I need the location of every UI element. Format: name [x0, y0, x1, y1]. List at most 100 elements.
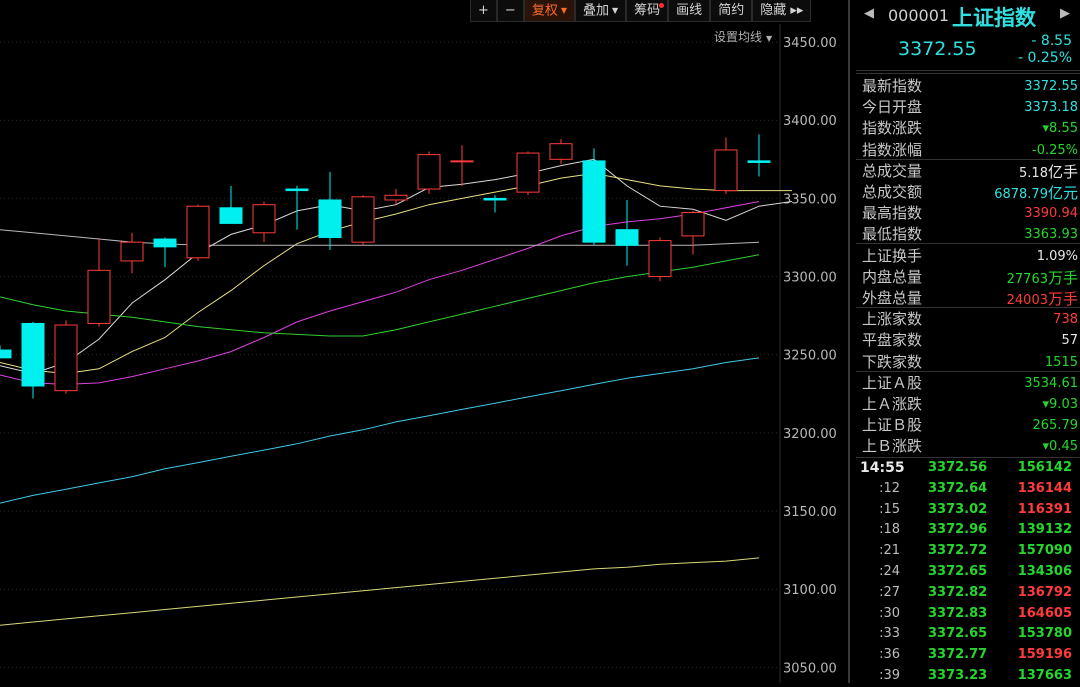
- info-value: 5.18亿手: [1019, 161, 1078, 182]
- tick-volume: 153780: [1017, 626, 1072, 642]
- zoom-in-button[interactable]: +: [470, 0, 497, 22]
- info-number: ▾9.03: [1042, 397, 1078, 412]
- tick-time: :39: [879, 668, 900, 683]
- stock-code: 000001: [888, 6, 950, 25]
- tick-time: :15: [879, 501, 900, 517]
- candle-body-up: [54, 324, 78, 392]
- ma-line: [0, 201, 760, 385]
- chevron-down-icon: ▼: [612, 6, 619, 15]
- info-number: -0.25%: [1032, 142, 1078, 158]
- tick-row: :33 3372.65 153780: [856, 625, 1080, 645]
- info-value: 24003万手: [1007, 288, 1078, 309]
- info-row: 指数涨跌 ▾8.55: [862, 116, 1080, 137]
- info-row: 外盘总量 24003万手: [862, 286, 1080, 309]
- current-price: 3372.55: [898, 38, 977, 60]
- y-tick-label: 3100.00: [783, 583, 837, 598]
- info-value: 738: [1053, 309, 1078, 327]
- info-label: 上证换手: [862, 246, 923, 265]
- info-number: 1.09%: [1036, 248, 1078, 264]
- tick-row: :12 3372.64 136144: [856, 480, 1080, 500]
- info-number: 24003: [1006, 293, 1048, 308]
- tick-volume: 136144: [1017, 480, 1072, 496]
- y-tick-label: 3250.00: [783, 349, 837, 364]
- info-number: 57: [1061, 333, 1078, 349]
- tick-row: :15 3373.02 116391: [856, 501, 1080, 521]
- tick-volume: 134306: [1017, 564, 1072, 579]
- y-tick-label: 3300.00: [783, 271, 837, 286]
- info-row: 上证Ａ股 3534.61: [862, 371, 1080, 392]
- candle-body-up: [549, 143, 573, 160]
- tick-price: 3372.64: [928, 480, 988, 496]
- tick-volume: 116391: [1017, 501, 1072, 517]
- tick-price: 3373.23: [928, 668, 988, 683]
- candle-body-up: [681, 211, 705, 237]
- y-tick-label: 3150.00: [783, 505, 837, 520]
- kline-chart[interactable]: 3450.00 3400.00 3350.00 3300.00 3250.00 3200.…: [0, 0, 848, 683]
- info-row: 平盘家数 57: [862, 328, 1080, 349]
- info-value: 57: [1061, 330, 1078, 348]
- panel-divider[interactable]: [848, 0, 850, 683]
- tick-row: :21 3372.72 157090: [856, 542, 1080, 562]
- candle-body-down: [285, 188, 309, 192]
- notification-dot-icon: [659, 3, 665, 8]
- change-value: - 8.55: [1031, 33, 1072, 49]
- candle-body-down: [21, 322, 45, 387]
- prev-arrow-icon[interactable]: ◀: [864, 6, 874, 21]
- info-row: 上证Ｂ股 265.79: [862, 413, 1080, 434]
- yincang-button[interactable]: 隐藏 ▸▸: [752, 0, 812, 22]
- info-number: ▾8.55: [1042, 121, 1078, 137]
- info-number: 5.18: [1019, 165, 1048, 181]
- info-value: ▾9.03: [1043, 394, 1078, 412]
- chevron-down-icon: ▼: [560, 6, 567, 15]
- info-label: 外盘总量: [862, 289, 923, 307]
- tick-volume: 139132: [1017, 522, 1072, 538]
- candle-body-up: [417, 154, 441, 190]
- y-tick-label: 3200.00: [783, 427, 837, 442]
- info-value: 3372.55: [1024, 76, 1078, 94]
- fuquan-button[interactable]: 复权 ▼: [523, 0, 575, 22]
- info-number: 3390.94: [1024, 206, 1078, 222]
- info-value: ▾0.45: [1043, 436, 1078, 454]
- set-ma-button[interactable]: 设置均线 ▼: [714, 28, 772, 45]
- tick-row: :18 3372.96 139132: [856, 521, 1080, 541]
- divider: [856, 70, 1080, 71]
- info-label: 指数涨幅: [862, 140, 923, 159]
- info-value: 3390.94: [1024, 203, 1078, 221]
- info-label: 内盘总量: [862, 267, 923, 286]
- info-value: -0.25%: [1032, 140, 1078, 158]
- info-unit: 亿手: [1047, 162, 1078, 181]
- tick-time: :30: [879, 605, 900, 621]
- double-arrow-right-icon: ▸▸: [790, 3, 804, 18]
- info-label: 上涨家数: [862, 310, 923, 329]
- candle-body-up: [87, 269, 111, 324]
- candlestick-chart-svg[interactable]: 3450.00 3400.00 3350.00 3300.00 3250.00 3200.…: [0, 0, 848, 683]
- diejia-label: 叠加: [582, 3, 609, 19]
- huaxian-button[interactable]: 画线: [668, 0, 711, 22]
- info-number: 3373.18: [1024, 100, 1078, 116]
- ma-line: [0, 254, 760, 337]
- candle-body-down: [483, 197, 507, 201]
- tick-price: 3372.96: [928, 522, 988, 538]
- zoom-out-button[interactable]: −: [496, 0, 524, 22]
- tick-row: 14:55 3372.56 156142: [856, 459, 1080, 479]
- info-row: 最高指数 3390.94: [862, 201, 1080, 222]
- tick-volume: 137663: [1017, 668, 1072, 683]
- tick-row: :39 3373.23 137663: [856, 667, 1080, 687]
- candle-body-up: [351, 196, 375, 243]
- candle-body-up: [648, 240, 672, 278]
- info-label: 下跌家数: [862, 352, 923, 371]
- ma-line: [0, 229, 760, 246]
- candle-body-up: [516, 152, 540, 193]
- change-percent: - 0.25%: [1018, 50, 1072, 66]
- tick-time: 14:55: [860, 460, 905, 476]
- info-number: 27763: [1006, 271, 1048, 287]
- tick-volume: 157090: [1017, 543, 1072, 559]
- info-number: ▾0.45: [1042, 439, 1078, 455]
- info-value: 3534.61: [1024, 373, 1078, 391]
- jianyue-button[interactable]: 简约: [710, 0, 753, 22]
- info-label: 上Ａ涨跌: [862, 395, 923, 413]
- next-arrow-icon[interactable]: ▶: [1060, 6, 1070, 21]
- chouma-button[interactable]: 筹码: [626, 0, 669, 22]
- chouma-label: 筹码: [634, 3, 661, 18]
- diejia-button[interactable]: 叠加 ▼: [574, 0, 627, 22]
